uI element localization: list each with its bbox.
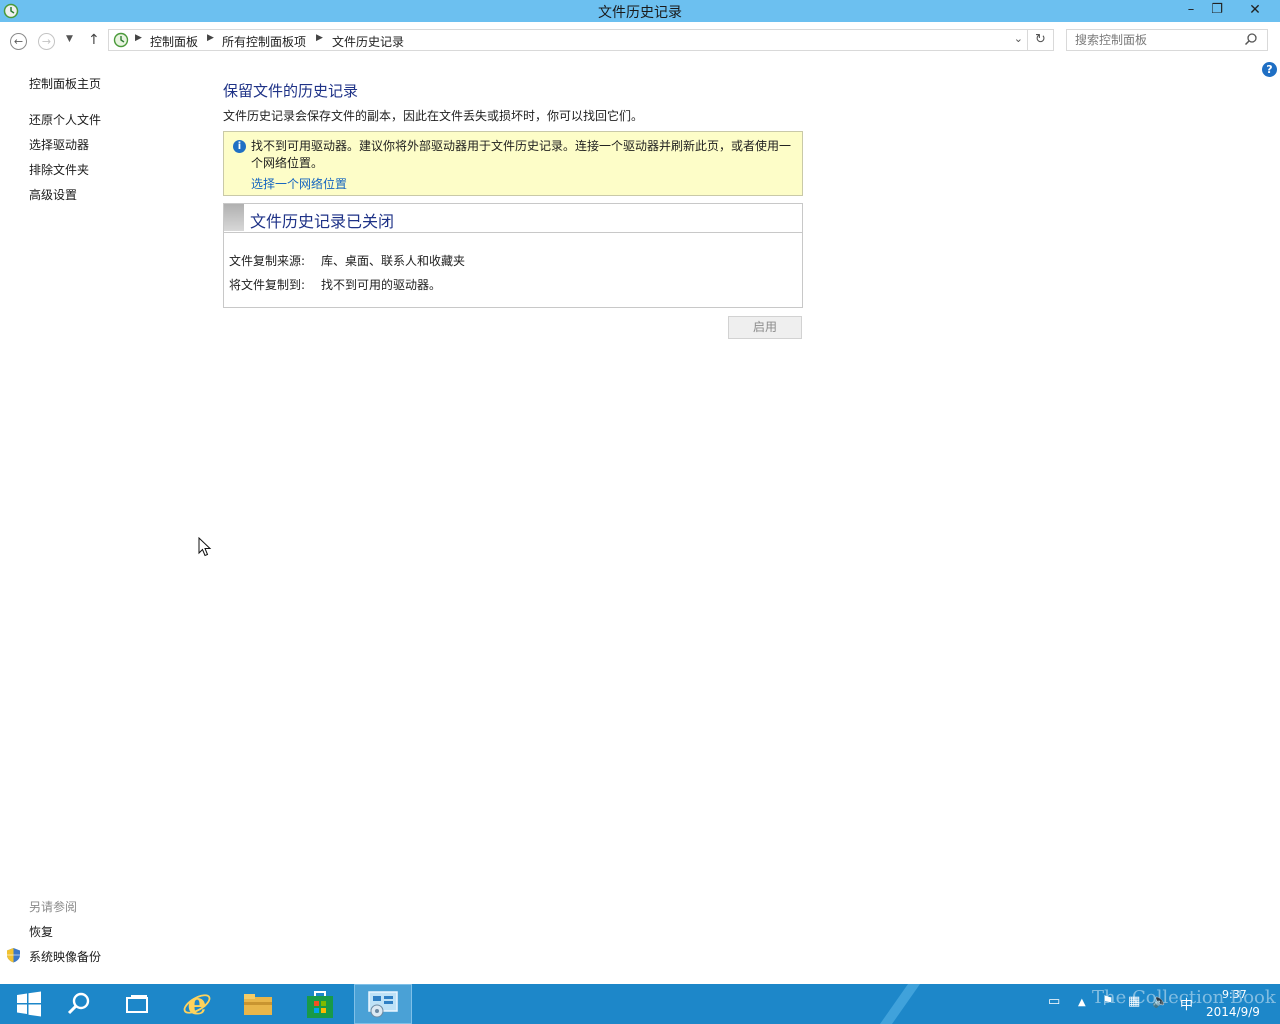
enable-button[interactable]: 启用: [728, 316, 802, 339]
status-header: 文件历史记录已关闭: [224, 204, 802, 233]
page-title: 保留文件的历史记录: [223, 82, 359, 100]
control-panel-taskbar-button[interactable]: [354, 984, 412, 1024]
flag-icon[interactable]: ⚑: [1102, 994, 1114, 1009]
control-panel-icon: [368, 991, 398, 1018]
status-title: 文件历史记录已关闭: [250, 212, 395, 231]
restore-button[interactable]: ❐: [1204, 0, 1230, 20]
internet-explorer-icon: e: [183, 989, 211, 1019]
taskbar-decoration: [880, 984, 920, 1024]
see-also-system-image-backup-link[interactable]: 系统映像备份: [29, 948, 101, 965]
store-icon: [307, 991, 333, 1018]
status-indicator: [224, 204, 244, 231]
see-also-recovery-link[interactable]: 恢复: [29, 923, 53, 940]
forward-button[interactable]: →: [38, 33, 55, 50]
chevron-down-icon[interactable]: ⌄: [1014, 32, 1023, 45]
file-history-status-panel: 文件历史记录已关闭 文件复制来源: 库、桌面、联系人和收藏夹 将文件复制到: 找…: [223, 203, 803, 308]
refresh-button[interactable]: ↻: [1028, 29, 1054, 51]
file-explorer-button[interactable]: [229, 984, 287, 1024]
volume-icon[interactable]: 🔈: [1152, 994, 1168, 1009]
window-title: 文件历史记录: [598, 5, 682, 21]
page-description: 文件历史记录会保存文件的副本，因此在文件丢失或损坏时，你可以找回它们。: [223, 109, 644, 123]
breadcrumb-separator-icon[interactable]: ▶: [135, 33, 142, 43]
nav-select-drive[interactable]: 选择驱动器: [29, 136, 89, 153]
info-message: 找不到可用驱动器。建议你将外部驱动器用于文件历史记录。连接一个驱动器并刷新此页，…: [251, 139, 792, 170]
nav-advanced-settings[interactable]: 高级设置: [29, 186, 77, 203]
action-center-icon[interactable]: ▭: [1048, 994, 1060, 1009]
address-bar[interactable]: ▶ 控制面板 ▶ 所有控制面板项 ▶ 文件历史记录 ⌄: [108, 29, 1028, 51]
navigation-bar: ← → ▼ ↑ ▶ 控制面板 ▶ 所有控制面板项 ▶ 文件历史记录 ⌄ ↻: [0, 28, 1280, 54]
task-view-icon: [126, 995, 148, 1013]
search-taskbar-button[interactable]: [50, 984, 108, 1024]
back-button[interactable]: ←: [10, 33, 27, 50]
nav-exclude-folders[interactable]: 排除文件夹: [29, 161, 89, 178]
svg-text:e: e: [187, 989, 206, 1019]
help-icon[interactable]: ?: [1262, 62, 1277, 77]
close-button[interactable]: ✕: [1242, 0, 1268, 20]
clock-time[interactable]: 9:37: [1222, 988, 1247, 1001]
internet-explorer-button[interactable]: e: [168, 984, 226, 1024]
file-explorer-icon: [244, 994, 272, 1015]
uac-shield-icon: [7, 948, 20, 963]
mouse-cursor-icon: [198, 537, 212, 557]
info-icon: i: [233, 140, 246, 153]
copy-from-value: 库、桌面、联系人和收藏夹: [321, 254, 466, 268]
search-input[interactable]: [1066, 29, 1268, 51]
up-button[interactable]: ↑: [88, 32, 100, 48]
minimize-button[interactable]: –: [1178, 0, 1204, 20]
no-drive-info-bar: i 找不到可用驱动器。建议你将外部驱动器用于文件历史记录。连接一个驱动器并刷新此…: [223, 131, 803, 196]
breadcrumb-control-panel[interactable]: 控制面板: [150, 33, 198, 50]
nav-restore-personal-files[interactable]: 还原个人文件: [29, 111, 101, 128]
start-icon: [17, 991, 41, 1017]
task-view-button[interactable]: [108, 984, 166, 1024]
search-icon: [67, 992, 90, 1015]
breadcrumb-separator-icon[interactable]: ▶: [316, 33, 323, 43]
taskbar: e The Collection Book ▭ ▲ ⚑ ▦ 🔈 中 9:37 2…: [0, 984, 1280, 1024]
breadcrumb-separator-icon[interactable]: ▶: [207, 33, 214, 43]
copy-to-value: 找不到可用的驱动器。: [321, 278, 442, 292]
control-panel-icon: [113, 32, 129, 48]
store-button[interactable]: [291, 984, 349, 1024]
copy-from-label: 文件复制来源:: [229, 254, 306, 268]
search-icon[interactable]: [1244, 32, 1258, 46]
see-also-heading: 另请参阅: [29, 900, 78, 914]
network-icon[interactable]: ▦: [1128, 994, 1140, 1009]
select-network-location-link[interactable]: 选择一个网络位置: [251, 175, 347, 192]
title-bar: 文件历史记录 – ❐ ✕: [0, 0, 1280, 22]
nav-control-panel-home[interactable]: 控制面板主页: [29, 75, 101, 92]
input-method-indicator[interactable]: 中: [1180, 994, 1193, 1013]
recent-locations-dropdown[interactable]: ▼: [66, 34, 73, 44]
copy-to-label: 将文件复制到:: [229, 278, 306, 292]
clock-date[interactable]: 2014/9/9: [1206, 1005, 1260, 1019]
show-hidden-icons-icon[interactable]: ▲: [1078, 997, 1086, 1008]
breadcrumb-all-items[interactable]: 所有控制面板项: [222, 33, 306, 50]
breadcrumb-file-history[interactable]: 文件历史记录: [332, 33, 404, 50]
